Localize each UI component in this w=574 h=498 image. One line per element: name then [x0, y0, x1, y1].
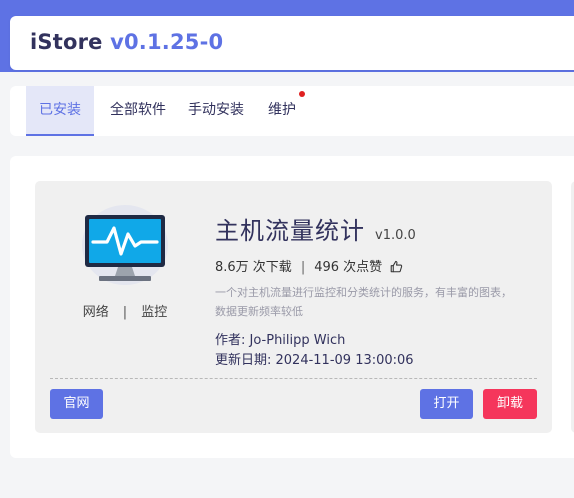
- notification-dot: [299, 91, 305, 97]
- app-card: 网络 | 监控 主机流量统计 v1.0.0 8.6万 次下载 | 496 次点赞 一个对主…: [35, 181, 552, 433]
- like-count: 496 次点赞: [314, 260, 383, 275]
- uninstall-button[interactable]: 卸载: [483, 389, 537, 419]
- app-title: iStore v0.1.25-0: [30, 30, 223, 54]
- tag-network[interactable]: 网络: [83, 305, 109, 320]
- app-title-version: v0.1.25-0: [110, 30, 224, 54]
- thumbs-up-icon[interactable]: [390, 260, 403, 273]
- app-updated-date: 更新日期: 2024-11-09 13:00:06: [215, 353, 414, 368]
- stats-separator: |: [300, 260, 306, 275]
- tag-monitoring[interactable]: 监控: [141, 305, 167, 320]
- tab-bar: 已安装 全部软件 手动安装 维护: [10, 86, 574, 136]
- app-icon-wrapper: [77, 203, 173, 287]
- app-tags: 网络 | 监控: [55, 301, 195, 320]
- app-version: v1.0.0: [375, 228, 416, 243]
- app-stats: 8.6万 次下载 | 496 次点赞: [215, 256, 403, 275]
- monitor-pulse-icon: [85, 215, 165, 281]
- download-count: 8.6万 次下载: [215, 260, 292, 275]
- app-title-name: iStore: [30, 30, 103, 54]
- app-author: 作者: Jo-Philipp Wich: [215, 333, 346, 348]
- app-description: 一个对主机流量进行监控和分类统计的服务，有丰富的图表，数据更新频率较低: [215, 286, 512, 318]
- tab-maintenance[interactable]: 维护: [262, 86, 302, 136]
- app-header: iStore v0.1.25-0: [10, 16, 574, 70]
- open-button[interactable]: 打开: [420, 389, 473, 419]
- tab-installed[interactable]: 已安装: [26, 86, 94, 136]
- installed-apps-panel: 网络 | 监控 主机流量统计 v1.0.0 8.6万 次下载 | 496 次点赞 一个对主…: [10, 156, 574, 458]
- app-name-text: 主机流量统计: [215, 217, 365, 245]
- website-button[interactable]: 官网: [50, 389, 103, 419]
- app-name: 主机流量统计 v1.0.0: [215, 211, 416, 246]
- tag-separator: |: [122, 305, 128, 320]
- tab-all-software[interactable]: 全部软件: [100, 86, 176, 136]
- card-divider: [50, 378, 537, 379]
- tab-manual-install[interactable]: 手动安装: [182, 86, 250, 136]
